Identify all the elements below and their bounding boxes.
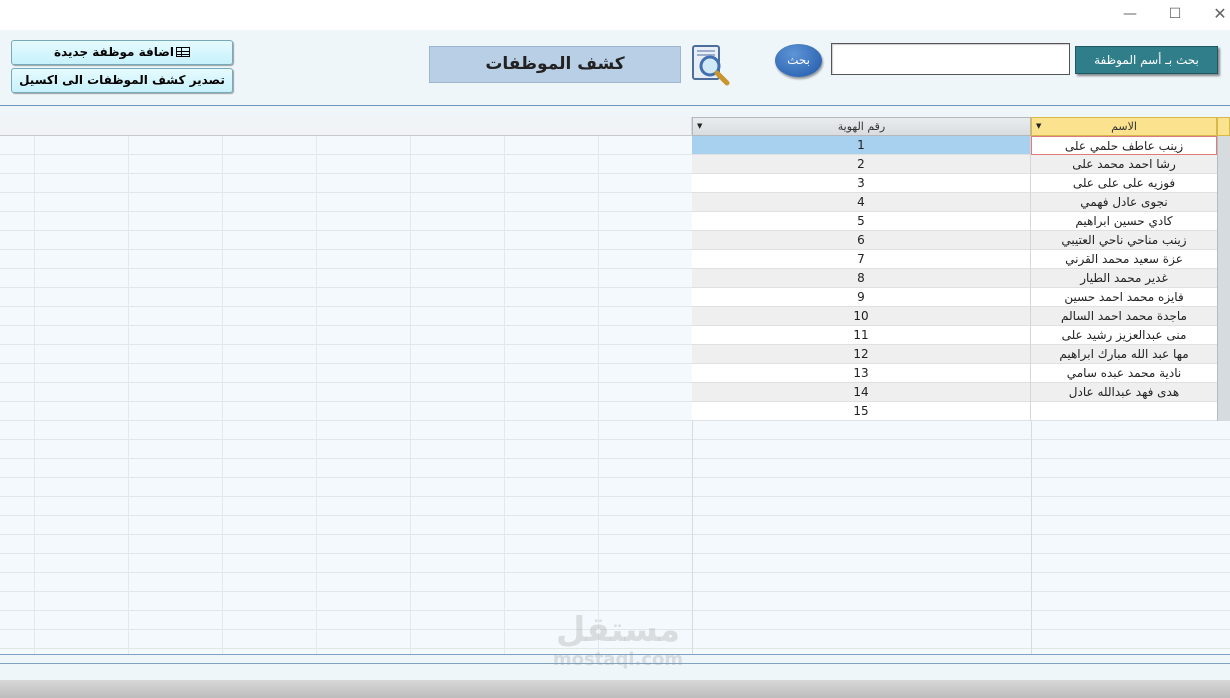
table-row[interactable]: 6 زينب مناحي ناحي العتيبي xyxy=(692,231,1217,250)
cell-id[interactable]: 11 xyxy=(692,326,1031,345)
watermark-arabic: مستقل xyxy=(555,610,681,650)
table-row[interactable]: 14 هدى فهد عبدالله عادل xyxy=(692,383,1217,402)
search-input[interactable] xyxy=(831,43,1070,75)
table-row[interactable]: 3 فوزيه على على على xyxy=(692,174,1217,193)
cell-id[interactable]: 9 xyxy=(692,288,1031,307)
watermark-latin: mostaql.com xyxy=(552,649,684,670)
column-header-id-label: رقم الهوية xyxy=(837,120,886,133)
cell-id[interactable]: 3 xyxy=(692,174,1031,193)
row-selector-header[interactable] xyxy=(1217,117,1230,136)
cell-id[interactable]: 4 xyxy=(692,193,1031,212)
employees-grid[interactable]: ▼ رقم الهوية ▼ الاسم 1 زينب عاطف حلمي على… xyxy=(0,117,1230,654)
table-row[interactable]: 13 نادية محمد عبده سامي xyxy=(692,364,1217,383)
employees-form: اضافة موظفة جديدة تصدير كشف الموظفات الى… xyxy=(0,30,1230,680)
cell-id[interactable]: 14 xyxy=(692,383,1031,402)
cell-name[interactable]: غدير محمد الطيار xyxy=(1031,269,1217,288)
table-row[interactable]: 8 غدير محمد الطيار xyxy=(692,269,1217,288)
cell-name[interactable] xyxy=(1031,402,1217,421)
window-titlebar: — ☐ ✕ xyxy=(0,0,1230,30)
cell-id[interactable]: 15 xyxy=(692,402,1031,421)
cell-id[interactable]: 1 xyxy=(692,136,1031,155)
cell-id[interactable]: 7 xyxy=(692,250,1031,269)
cell-id[interactable]: 6 xyxy=(692,231,1031,250)
cell-name[interactable]: زينب مناحي ناحي العتيبي xyxy=(1031,231,1217,250)
cell-name[interactable]: نادية محمد عبده سامي xyxy=(1031,364,1217,383)
search-button[interactable]: بحث xyxy=(775,44,822,77)
cell-name[interactable]: كادي حسين ابراهيم xyxy=(1031,212,1217,231)
cell-name[interactable]: منى عبدالعزيز رشيد على xyxy=(1031,326,1217,345)
cell-name[interactable]: فوزيه على على على xyxy=(1031,174,1217,193)
cell-id[interactable]: 12 xyxy=(692,345,1031,364)
table-row[interactable]: 12 مها عبد الله مبارك ابراهيم xyxy=(692,345,1217,364)
form-header: اضافة موظفة جديدة تصدير كشف الموظفات الى… xyxy=(0,30,1230,106)
column-header-id[interactable]: ▼ رقم الهوية xyxy=(692,117,1031,136)
cell-id[interactable]: 5 xyxy=(692,212,1031,231)
magnifier-icon xyxy=(692,45,730,86)
cell-id[interactable]: 10 xyxy=(692,307,1031,326)
cell-name[interactable]: هدى فهد عبدالله عادل xyxy=(1031,383,1217,402)
table-icon xyxy=(175,47,190,57)
cell-id[interactable]: 8 xyxy=(692,269,1031,288)
add-employee-label: اضافة موظفة جديدة xyxy=(54,45,174,59)
dropdown-arrow-icon[interactable]: ▼ xyxy=(1036,118,1041,135)
watermark: مستقل mostaql.com xyxy=(538,610,698,680)
add-employee-button[interactable]: اضافة موظفة جديدة xyxy=(11,40,233,65)
cell-name[interactable]: فايزه محمد احمد حسين xyxy=(1031,288,1217,307)
taskbar-strip xyxy=(0,680,1230,698)
form-title: كشف الموظفات xyxy=(429,46,681,83)
table-row[interactable]: 5 كادي حسين ابراهيم xyxy=(692,212,1217,231)
cell-name[interactable]: زينب عاطف حلمي على xyxy=(1031,136,1217,155)
grid-header-empty xyxy=(0,117,692,136)
cell-name[interactable]: نجوى عادل فهمي xyxy=(1031,193,1217,212)
dropdown-arrow-icon[interactable]: ▼ xyxy=(697,118,702,135)
cell-name[interactable]: رشا احمد محمد على xyxy=(1031,155,1217,174)
table-row[interactable]: 10 ماجدة محمد احمد السالم xyxy=(692,307,1217,326)
cell-id[interactable]: 13 xyxy=(692,364,1031,383)
table-row[interactable]: 7 عزة سعيد محمد القرني xyxy=(692,250,1217,269)
export-excel-button[interactable]: تصدير كشف الموظفات الى اكسيل xyxy=(11,68,233,93)
grid-empty-columns xyxy=(0,117,692,654)
column-header-name[interactable]: ▼ الاسم xyxy=(1031,117,1217,136)
row-selector-column[interactable] xyxy=(1217,117,1230,421)
column-header-name-label: الاسم xyxy=(1111,120,1137,133)
minimize-icon[interactable]: — xyxy=(1118,4,1142,24)
table-row[interactable]: 1 زينب عاطف حلمي على xyxy=(692,136,1217,155)
maximize-icon[interactable]: ☐ xyxy=(1163,4,1187,24)
cell-name[interactable]: مها عبد الله مبارك ابراهيم xyxy=(1031,345,1217,364)
table-row[interactable]: 11 منى عبدالعزيز رشيد على xyxy=(692,326,1217,345)
cell-name[interactable]: عزة سعيد محمد القرني xyxy=(1031,250,1217,269)
search-by-name-label[interactable]: بحث بـ أسم الموظفة xyxy=(1075,46,1218,74)
table-row[interactable]: 2 رشا احمد محمد على xyxy=(692,155,1217,174)
table-row[interactable]: 15 xyxy=(692,402,1217,421)
cell-id[interactable]: 2 xyxy=(692,155,1031,174)
table-row[interactable]: 9 فايزه محمد احمد حسين xyxy=(692,288,1217,307)
close-icon[interactable]: ✕ xyxy=(1208,4,1230,24)
table-row[interactable]: 4 نجوى عادل فهمي xyxy=(692,193,1217,212)
cell-name[interactable]: ماجدة محمد احمد السالم xyxy=(1031,307,1217,326)
